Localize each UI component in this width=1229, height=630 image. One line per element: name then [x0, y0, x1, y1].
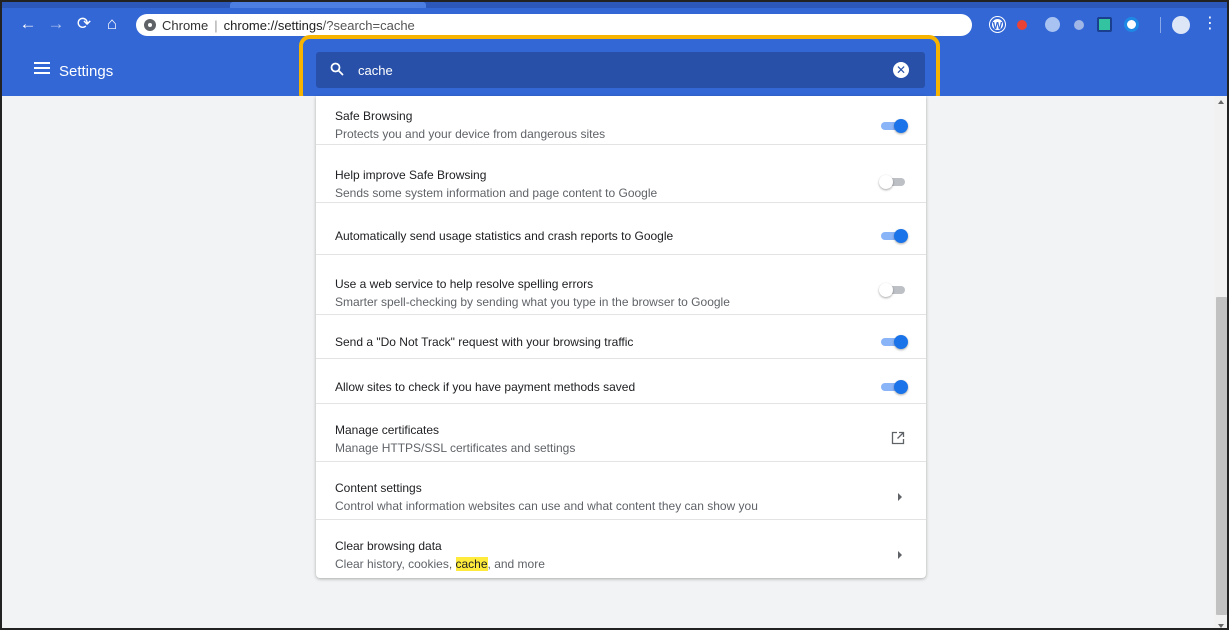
safe-browsing-toggle[interactable]	[879, 119, 908, 133]
browser-window: ← → ⟳ ⌂ Chrome | chrome://settings/?sear…	[0, 0, 1229, 630]
page-title: Settings	[59, 63, 114, 80]
do-not-track-toggle[interactable]	[879, 335, 908, 349]
extension-w-icon[interactable]: W	[990, 17, 1005, 32]
setting-title: Safe Browsing	[335, 109, 413, 123]
subtitle-suffix: , and more	[487, 557, 545, 571]
setting-title: Content settings	[335, 481, 422, 495]
setting-row-spelling[interactable]: Use a web service to help resolve spelli…	[316, 254, 926, 314]
scrollbar-thumb[interactable]	[1216, 297, 1227, 615]
extension-dot-icon[interactable]	[1074, 20, 1084, 30]
back-arrow-icon[interactable]: ←	[18, 14, 38, 34]
setting-row-do-not-track[interactable]: Send a "Do Not Track" request with your …	[316, 314, 926, 358]
help-improve-toggle[interactable]	[879, 175, 908, 189]
url-host: chrome://settings	[223, 17, 323, 33]
search-match-highlight: cache	[455, 557, 488, 571]
setting-title: Allow sites to check if you have payment…	[335, 380, 636, 394]
setting-row-clear-browsing-data[interactable]: Clear browsing data Clear history, cooki…	[316, 519, 926, 578]
setting-subtitle: Manage HTTPS/SSL certificates and settin…	[335, 441, 576, 455]
tab-strip	[2, 2, 1227, 8]
setting-row-help-improve[interactable]: Help improve Safe Browsing Sends some sy…	[316, 144, 926, 202]
setting-title: Send a "Do Not Track" request with your …	[335, 335, 634, 349]
extension-red-icon[interactable]	[1017, 20, 1027, 30]
clear-search-icon[interactable]: ✕	[893, 62, 909, 78]
search-input[interactable]	[358, 61, 858, 79]
settings-content: Safe Browsing Protects you and your devi…	[2, 96, 1214, 628]
scroll-up-arrow-icon[interactable]	[1218, 100, 1224, 104]
hamburger-menu-icon[interactable]	[34, 62, 50, 74]
setting-row-safe-browsing[interactable]: Safe Browsing Protects you and your devi…	[316, 96, 926, 144]
address-bar[interactable]: Chrome | chrome://settings/?search=cache	[136, 14, 972, 36]
setting-row-certificates[interactable]: Manage certificates Manage HTTPS/SSL cer…	[316, 403, 926, 461]
home-icon[interactable]: ⌂	[102, 14, 122, 34]
open-external-icon[interactable]	[891, 431, 905, 445]
bookmark-star-icon[interactable]: ☆	[952, 14, 966, 34]
spelling-toggle[interactable]	[879, 283, 908, 297]
vertical-scrollbar[interactable]	[1214, 96, 1227, 628]
setting-row-content-settings[interactable]: Content settings Control what informatio…	[316, 461, 926, 519]
settings-search-box[interactable]: ✕	[316, 52, 925, 88]
omnibox-separator: |	[214, 17, 218, 33]
setting-title: Use a web service to help resolve spelli…	[335, 277, 594, 291]
setting-subtitle: Control what information websites can us…	[335, 499, 758, 513]
setting-title: Clear browsing data	[335, 539, 442, 553]
payment-methods-toggle[interactable]	[879, 380, 908, 394]
extension-light-icon[interactable]	[1045, 17, 1060, 32]
setting-row-payment-methods[interactable]: Allow sites to check if you have payment…	[316, 358, 926, 403]
setting-title: Help improve Safe Browsing	[335, 168, 487, 182]
settings-card: Safe Browsing Protects you and your devi…	[316, 96, 926, 578]
setting-subtitle: Protects you and your device from danger…	[335, 127, 606, 141]
scroll-down-arrow-icon[interactable]	[1218, 624, 1224, 628]
reload-icon[interactable]: ⟳	[74, 14, 94, 34]
url-path: /?search=cache	[322, 17, 415, 33]
toolbar-divider	[1160, 17, 1161, 33]
setting-title: Automatically send usage statistics and …	[335, 229, 674, 243]
active-tab[interactable]	[230, 2, 426, 8]
setting-subtitle: Smarter spell-checking by sending what y…	[335, 295, 730, 309]
setting-row-usage-stats[interactable]: Automatically send usage statistics and …	[316, 202, 926, 254]
forward-arrow-icon[interactable]: →	[46, 14, 66, 34]
menu-kebab-icon[interactable]: ⋮	[1202, 14, 1218, 34]
extension-ring-icon[interactable]	[1124, 17, 1139, 32]
search-icon	[330, 62, 344, 76]
subtitle-prefix: Clear history, cookies,	[335, 557, 456, 571]
chrome-icon	[144, 19, 156, 31]
usage-stats-toggle[interactable]	[879, 229, 908, 243]
setting-subtitle: Sends some system information and page c…	[335, 186, 658, 200]
site-label: Chrome	[162, 17, 209, 33]
setting-title: Manage certificates	[335, 423, 440, 437]
setting-subtitle: Clear history, cookies, cache, and more	[335, 557, 545, 571]
chevron-right-icon[interactable]	[897, 493, 903, 501]
extension-square-icon[interactable]	[1097, 17, 1112, 32]
profile-avatar[interactable]	[1172, 16, 1190, 34]
chevron-right-icon[interactable]	[897, 551, 903, 559]
url-text: chrome://settings/?search=cache	[224, 18, 415, 33]
